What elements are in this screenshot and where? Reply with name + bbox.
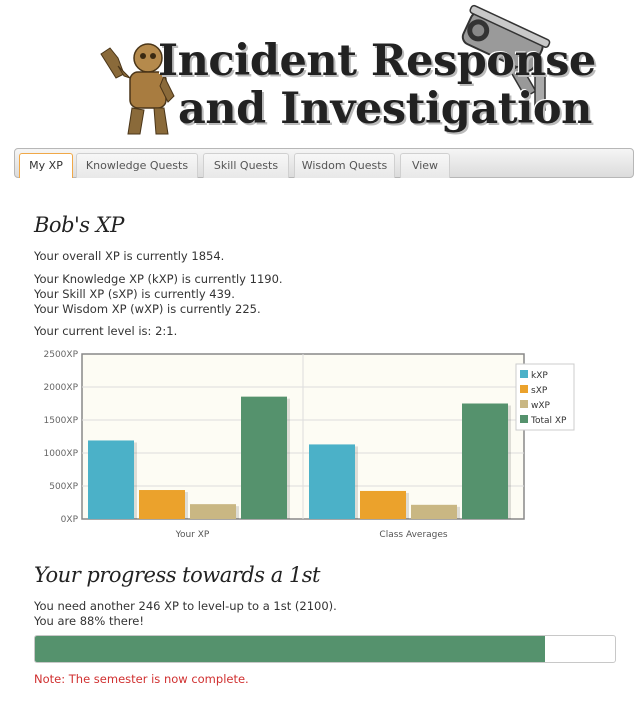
progress-percent-text: You are 88% there! — [34, 614, 144, 628]
overall-xp-text: Your overall XP is currently 1854. — [34, 249, 225, 263]
legend-label: Total XP — [530, 416, 567, 426]
xp-bar-chart: 0XP 500XP 1000XP 1500XP 2000XP 2500XP Your XP C… — [44, 350, 575, 540]
tab-my-xp[interactable]: My XP — [19, 153, 73, 178]
semester-note: Note: The semester is now complete. — [34, 672, 249, 686]
bar-wxp — [411, 504, 457, 519]
y-tick-label: 1500XP — [44, 416, 79, 426]
y-tick-label: 0XP — [61, 515, 79, 525]
xp-needed-text: You need another 246 XP to level-up to a… — [34, 599, 337, 613]
tab-view[interactable]: View — [400, 153, 450, 178]
progress-heading: Your progress towards a 1st — [34, 563, 320, 587]
tab-bar: My XP Knowledge Quests Skill Quests Wisd… — [14, 148, 634, 178]
y-tick-label: 2000XP — [44, 383, 79, 393]
bar-total-xp — [462, 403, 508, 519]
knowledge-xp-text: Your Knowledge XP (kXP) is currently 119… — [34, 272, 283, 286]
site-banner: Incident Response and Investigation — [0, 0, 634, 145]
bar-kxp — [88, 440, 134, 519]
bar-kxp — [309, 444, 355, 519]
y-tick-label: 2500XP — [44, 350, 79, 360]
y-tick-label: 500XP — [49, 482, 78, 492]
progress-bar — [34, 635, 616, 663]
bar-sxp — [139, 490, 185, 519]
legend-swatch — [520, 415, 528, 423]
tab-knowledge-quests[interactable]: Knowledge Quests — [76, 153, 198, 178]
bar-wxp — [190, 504, 236, 519]
y-tick-label: 1000XP — [44, 449, 79, 459]
legend-swatch — [520, 370, 528, 378]
legend-label: wXP — [531, 401, 551, 411]
wisdom-xp-text: Your Wisdom XP (wXP) is currently 225. — [34, 302, 261, 316]
skill-xp-text: Your Skill XP (sXP) is currently 439. — [34, 287, 235, 301]
bar-total-xp — [241, 396, 287, 519]
progress-bar-fill — [35, 636, 546, 662]
x-category-label: Class Averages — [379, 530, 447, 540]
tab-wisdom-quests[interactable]: Wisdom Quests — [294, 153, 395, 178]
bar-sxp — [360, 490, 406, 519]
current-level-text: Your current level is: 2:1. — [34, 324, 178, 338]
tab-skill-quests[interactable]: Skill Quests — [203, 153, 289, 178]
page-title-line1: Incident Response — [158, 36, 596, 86]
legend-label: kXP — [531, 371, 548, 381]
page-title-line2: and Investigation — [178, 84, 592, 134]
legend-label: sXP — [531, 386, 548, 396]
legend-swatch — [520, 385, 528, 393]
x-category-label: Your XP — [175, 530, 210, 540]
legend-swatch — [520, 400, 528, 408]
xp-heading: Bob's XP — [34, 213, 124, 237]
